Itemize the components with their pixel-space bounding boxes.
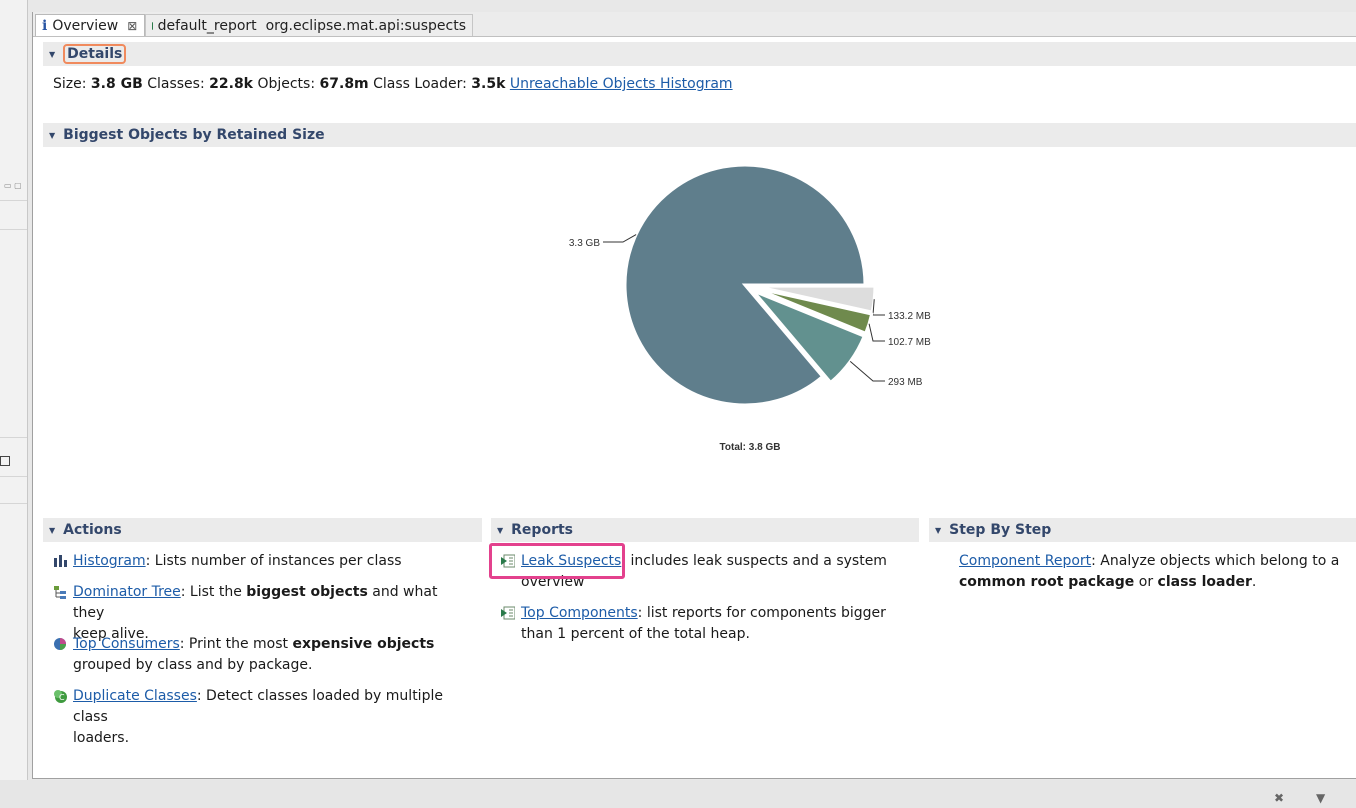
report-icon (501, 606, 515, 620)
collapse-triangle-icon[interactable]: ▼ (935, 526, 941, 535)
status-bar: ✖ ▼ (0, 780, 1356, 808)
report-icon (152, 21, 153, 30)
pie-slice-label: 102.7 MB (888, 337, 931, 348)
dominator-tree-link[interactable]: Dominator Tree (73, 584, 181, 600)
close-icon[interactable]: ⊠ (127, 19, 137, 33)
details-section-header[interactable]: ▼ Details (43, 42, 1356, 66)
progress-icon[interactable]: ✖ (1274, 791, 1284, 805)
minimize-maximize-icon[interactable]: ▭ ▢ (4, 181, 22, 191)
pie-leader-line (868, 323, 885, 342)
step-by-step-section-header[interactable]: ▼ Step By Step (929, 518, 1356, 542)
component-report-bold1: common root package (959, 574, 1135, 590)
size-label: Size: (53, 76, 87, 92)
pie-slice-label: 3.3 GB (569, 238, 600, 249)
restore-icon[interactable] (0, 456, 10, 466)
class-loader-value: 3.5k (471, 76, 506, 92)
svg-text:C: C (59, 693, 65, 702)
objects-value: 67.8m (319, 76, 369, 92)
component-report-desc: : Analyze objects which belong to a (1091, 553, 1340, 569)
collapse-triangle-icon[interactable]: ▼ (49, 50, 55, 59)
left-panel-gutter: ▭ ▢ (0, 0, 28, 780)
biggest-objects-title: Biggest Objects by Retained Size (63, 127, 325, 143)
unreachable-histogram-link[interactable]: Unreachable Objects Histogram (510, 76, 733, 92)
top-consumers-icon (54, 638, 66, 650)
divider (0, 503, 27, 504)
collapse-triangle-icon[interactable]: ▼ (497, 526, 503, 535)
classes-value: 22.8k (209, 76, 253, 92)
action-top-consumers: Top Consumers: Print the most expensive … (54, 634, 473, 676)
divider (0, 200, 27, 201)
pie-leader-line (849, 360, 885, 382)
classes-label: Classes: (147, 76, 205, 92)
action-duplicate-classes: C Duplicate Classes: Detect classes load… (54, 686, 473, 749)
objects-label: Objects: (257, 76, 316, 92)
leak-suspects-desc: : includes leak suspects and a system (621, 553, 887, 569)
dominator-desc-bold: biggest objects (246, 584, 368, 600)
pie-slice-label: 293 MB (888, 377, 923, 388)
tab-default-report[interactable]: default_report org.eclipse.mat.api:suspe… (145, 14, 473, 36)
top-consumers-desc-line2: grouped by class and by package. (73, 657, 313, 673)
collapse-triangle-icon[interactable]: ▼ (49, 131, 55, 140)
action-histogram: Histogram: Lists number of instances per… (54, 551, 473, 572)
collapse-triangle-icon[interactable]: ▼ (49, 526, 55, 535)
biggest-objects-section-header[interactable]: ▼ Biggest Objects by Retained Size (43, 123, 1356, 147)
divider (0, 437, 27, 438)
reports-title: Reports (511, 522, 574, 538)
component-report-link[interactable]: Component Report (959, 553, 1091, 569)
divider (0, 476, 27, 477)
histogram-icon (54, 555, 67, 567)
dominator-tree-icon (54, 586, 66, 599)
component-report-bold2: class loader (1157, 574, 1252, 590)
top-consumers-desc-bold: expensive objects (292, 636, 435, 652)
pie-total-label: Total: 3.8 GB (720, 442, 781, 453)
size-value: 3.8 GB (90, 76, 143, 92)
duplicate-classes-link[interactable]: Duplicate Classes (73, 688, 197, 704)
top-components-desc: : list reports for components bigger (637, 605, 886, 621)
tab-overview[interactable]: i Overview ⊠ (35, 14, 145, 36)
top-components-desc-line2: than 1 percent of the total heap. (521, 626, 750, 642)
actions-section-header[interactable]: ▼ Actions (43, 518, 482, 542)
info-icon: i (42, 17, 48, 34)
component-report-end: . (1251, 574, 1257, 590)
leak-suspects-highlight (489, 543, 625, 579)
reports-section-header[interactable]: ▼ Reports (491, 518, 919, 542)
editor-area: i Overview ⊠ default_report org.eclipse.… (32, 12, 1356, 779)
pie-leader-line (603, 234, 637, 243)
histogram-link[interactable]: Histogram (73, 553, 146, 569)
report-top-components: Top Components: list reports for compone… (501, 603, 911, 645)
retained-size-pie-chart: 133.2 MB 102.7 MB 293 MB 3.3 GB Total: 3.8 G… (569, 163, 931, 453)
tab-report-label: default_report org.eclipse.mat.api:suspe… (157, 17, 466, 34)
dominator-desc-pre: : List the (180, 584, 247, 600)
step-component-report: Component Report: Analyze objects which … (959, 551, 1349, 593)
tab-overview-label: Overview (52, 17, 119, 34)
class-loader-label: Class Loader: (373, 76, 467, 92)
component-report-mid: or (1134, 574, 1158, 590)
chevron-down-icon[interactable]: ▼ (1316, 791, 1325, 805)
actions-title: Actions (63, 522, 122, 538)
top-consumers-desc-pre: : Print the most (179, 636, 293, 652)
top-consumers-link[interactable]: Top Consumers (73, 636, 180, 652)
details-title: Details (63, 44, 127, 64)
step-by-step-title: Step By Step (949, 522, 1052, 538)
histogram-desc: : Lists number of instances per class (145, 553, 402, 569)
tab-strip: i Overview ⊠ default_report org.eclipse.… (33, 12, 1356, 37)
pie-slice-label: 133.2 MB (888, 311, 931, 322)
duplicate-classes-icon: C (54, 690, 67, 703)
divider (0, 229, 27, 230)
duplicate-classes-desc-line2: loaders. (73, 730, 130, 746)
top-components-link[interactable]: Top Components (521, 605, 638, 621)
details-summary: Size: 3.8 GB Classes: 22.8k Objects: 67.… (53, 76, 733, 92)
